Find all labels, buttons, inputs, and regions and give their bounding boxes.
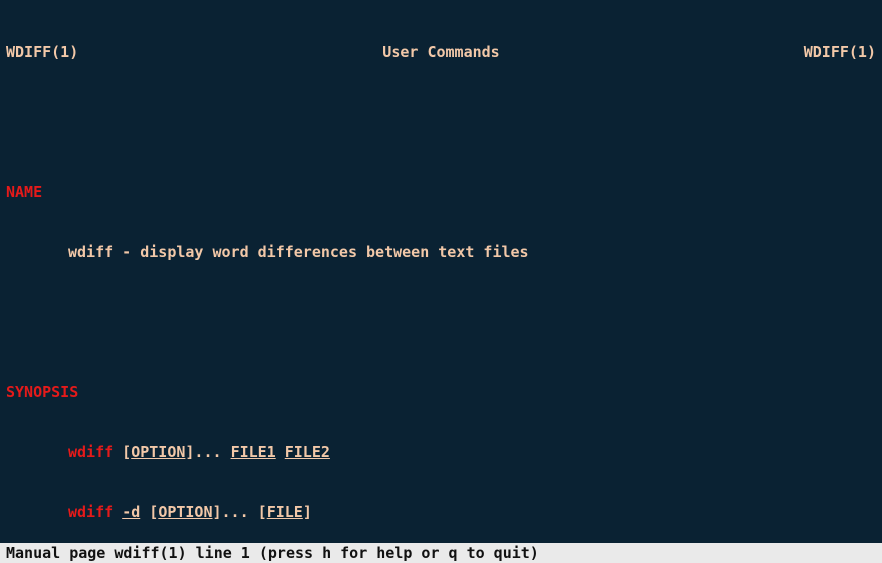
header-left: WDIFF(1) — [6, 42, 78, 62]
man-content: WDIFF(1) User Commands WDIFF(1) NAME wdi… — [0, 0, 882, 563]
terminal-manpage[interactable]: WDIFF(1) User Commands WDIFF(1) NAME wdi… — [0, 0, 882, 563]
header-center: User Commands — [382, 42, 499, 62]
synopsis-line-1: wdiff [OPTION]... FILE1 FILE2 — [6, 442, 876, 462]
pager-status-bar[interactable]: Manual page wdiff(1) line 1 (press h for… — [0, 543, 882, 563]
section-synopsis-title: SYNOPSIS — [6, 382, 876, 402]
syn-cmd: wdiff — [68, 503, 113, 521]
section-name-text: wdiff - display word differences between… — [6, 242, 876, 262]
syn-cmd: wdiff — [68, 443, 113, 461]
section-name-title: NAME — [6, 182, 876, 202]
header-right: WDIFF(1) — [804, 42, 876, 62]
synopsis-line-2: wdiff -d [OPTION]... [FILE] — [6, 502, 876, 522]
man-header: WDIFF(1) User Commands WDIFF(1) — [6, 42, 876, 62]
